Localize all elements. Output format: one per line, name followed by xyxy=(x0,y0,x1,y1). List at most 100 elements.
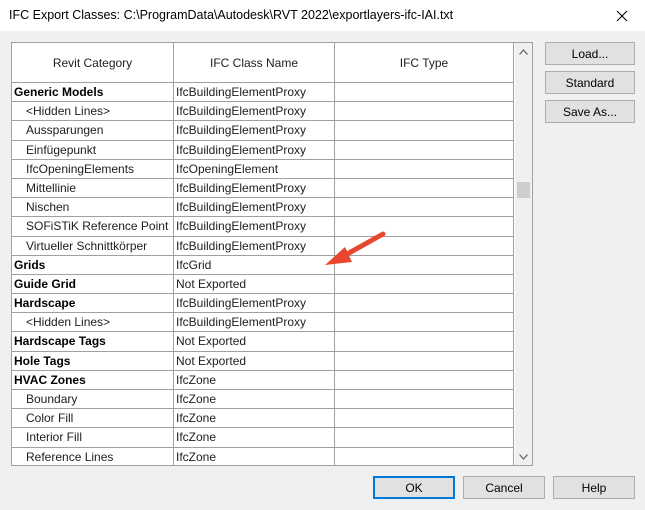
scroll-down-button[interactable] xyxy=(515,448,532,465)
ifc-class-cell[interactable]: IfcZone xyxy=(174,409,335,429)
close-button[interactable] xyxy=(599,0,645,31)
ifc-class-cell[interactable]: IfcBuildingElementProxy xyxy=(174,198,335,218)
ifc-class-cell[interactable]: IfcZone xyxy=(174,390,335,410)
ifc-class-cell[interactable]: IfcBuildingElementProxy xyxy=(174,178,335,199)
table-row[interactable]: IfcOpeningElements IfcOpeningElement xyxy=(12,159,514,179)
ifc-class-grid[interactable]: Revit Category IFC Class Name IFC Type G… xyxy=(11,42,533,466)
table-row[interactable]: Reference Lines IfcZone xyxy=(12,447,514,465)
category-cell[interactable]: Nischen xyxy=(12,198,174,218)
ifc-type-cell[interactable] xyxy=(335,159,514,179)
category-cell[interactable]: HVAC Zones xyxy=(12,370,174,390)
table-row[interactable]: <Hidden Lines> IfcBuildingElementProxy xyxy=(12,102,514,122)
ifc-type-cell[interactable] xyxy=(335,83,514,103)
category-cell[interactable]: Hardscape xyxy=(12,294,174,314)
ifc-type-cell[interactable] xyxy=(335,198,514,218)
category-cell[interactable]: Reference Lines xyxy=(12,447,174,465)
table-row[interactable]: SOFiSTiK Reference Point IfcBuildingEleme… xyxy=(12,217,514,237)
category-cell[interactable]: Boundary xyxy=(12,390,174,410)
ifc-type-cell[interactable] xyxy=(335,332,514,352)
ifc-class-cell[interactable]: IfcBuildingElementProxy xyxy=(174,217,335,237)
load-button[interactable]: Load... xyxy=(545,42,635,65)
ok-button[interactable]: OK xyxy=(373,476,455,499)
category-cell[interactable]: Interior Fill xyxy=(12,428,174,448)
category-cell[interactable]: Einfügepunkt xyxy=(12,140,174,160)
category-cell[interactable]: Color Fill xyxy=(12,409,174,429)
table-row[interactable]: Generic Models IfcBuildingElementProxy xyxy=(12,83,514,103)
ifc-type-cell[interactable] xyxy=(335,274,514,295)
ifc-type-cell[interactable] xyxy=(335,121,514,141)
ifc-class-cell[interactable]: IfcZone xyxy=(174,428,335,448)
ifc-class-cell[interactable]: IfcBuildingElementProxy xyxy=(174,294,335,314)
category-cell[interactable]: Virtueller Schnittkörper xyxy=(12,236,174,256)
header-revit-category[interactable]: Revit Category xyxy=(12,43,174,83)
grid-rows: Generic Models IfcBuildingElementProxy <Hi… xyxy=(12,83,514,465)
help-button[interactable]: Help xyxy=(553,476,635,499)
ifc-type-cell[interactable] xyxy=(335,409,514,429)
ifc-class-cell[interactable]: Not Exported xyxy=(174,274,335,295)
category-cell[interactable]: <Hidden Lines> xyxy=(12,313,174,333)
ifc-type-cell[interactable] xyxy=(335,447,514,465)
table-row[interactable]: <Hidden Lines> IfcBuildingElementProxy xyxy=(12,313,514,333)
chevron-up-icon xyxy=(519,48,528,55)
ifc-class-cell[interactable]: IfcZone xyxy=(174,370,335,390)
ifc-class-cell[interactable]: IfcBuildingElementProxy xyxy=(174,102,335,122)
header-ifc-class-name[interactable]: IFC Class Name xyxy=(174,43,335,83)
ifc-class-cell[interactable]: Not Exported xyxy=(174,332,335,352)
ifc-class-cell[interactable]: IfcGrid xyxy=(174,255,335,275)
table-row[interactable]: Interior Fill IfcZone xyxy=(12,428,514,448)
ifc-class-cell[interactable]: IfcOpeningElement xyxy=(174,159,335,179)
close-icon xyxy=(616,10,628,21)
table-row[interactable]: Einfügepunkt IfcBuildingElementProxy xyxy=(12,140,514,160)
category-cell[interactable]: Hardscape Tags xyxy=(12,332,174,352)
ifc-type-cell[interactable] xyxy=(335,217,514,237)
ifc-type-cell[interactable] xyxy=(335,351,514,371)
ifc-type-cell[interactable] xyxy=(335,313,514,333)
ifc-type-cell[interactable] xyxy=(335,236,514,256)
ifc-class-cell[interactable]: IfcBuildingElementProxy xyxy=(174,236,335,256)
vertical-scrollbar[interactable] xyxy=(515,43,532,465)
ifc-type-cell[interactable] xyxy=(335,390,514,410)
chevron-down-icon xyxy=(519,453,528,460)
table-row[interactable]: HVAC Zones IfcZone xyxy=(12,370,514,390)
category-cell[interactable]: IfcOpeningElements xyxy=(12,159,174,179)
ifc-class-cell[interactable]: IfcZone xyxy=(174,447,335,465)
table-row[interactable]: Hardscape IfcBuildingElementProxy xyxy=(12,294,514,314)
scrollbar-thumb[interactable] xyxy=(517,182,530,198)
category-cell[interactable]: SOFiSTiK Reference Point xyxy=(12,217,174,237)
category-cell[interactable]: Mittellinie xyxy=(12,178,174,199)
ifc-class-cell[interactable]: IfcBuildingElementProxy xyxy=(174,140,335,160)
ifc-type-cell[interactable] xyxy=(335,255,514,275)
scroll-up-button[interactable] xyxy=(515,43,532,60)
ifc-class-cell[interactable]: IfcBuildingElementProxy xyxy=(174,313,335,333)
category-cell[interactable]: Guide Grid xyxy=(12,274,174,295)
window-title: IFC Export Classes: C:\ProgramData\Autod… xyxy=(9,8,454,22)
save-as-button[interactable]: Save As... xyxy=(545,100,635,123)
ifc-type-cell[interactable] xyxy=(335,428,514,448)
standard-button[interactable]: Standard xyxy=(545,71,635,94)
category-cell[interactable]: Hole Tags xyxy=(12,351,174,371)
ifc-type-cell[interactable] xyxy=(335,178,514,199)
table-row[interactable]: Aussparungen IfcBuildingElementProxy xyxy=(12,121,514,141)
ifc-type-cell[interactable] xyxy=(335,102,514,122)
header-ifc-type[interactable]: IFC Type xyxy=(335,43,514,83)
category-cell[interactable]: <Hidden Lines> xyxy=(12,102,174,122)
table-row[interactable]: Boundary IfcZone xyxy=(12,390,514,410)
table-row[interactable]: Mittellinie IfcBuildingElementProxy xyxy=(12,178,514,199)
cancel-button[interactable]: Cancel xyxy=(463,476,545,499)
table-row[interactable]: Virtueller Schnittkörper IfcBuildingEleme… xyxy=(12,236,514,256)
table-row[interactable]: Guide Grid Not Exported xyxy=(12,274,514,295)
table-row[interactable]: Hardscape Tags Not Exported xyxy=(12,332,514,352)
ifc-type-cell[interactable] xyxy=(335,140,514,160)
table-row[interactable]: Nischen IfcBuildingElementProxy xyxy=(12,198,514,218)
category-cell[interactable]: Grids xyxy=(12,255,174,275)
category-cell[interactable]: Generic Models xyxy=(12,83,174,103)
ifc-type-cell[interactable] xyxy=(335,294,514,314)
category-cell[interactable]: Aussparungen xyxy=(12,121,174,141)
ifc-class-cell[interactable]: IfcBuildingElementProxy xyxy=(174,121,335,141)
table-row[interactable]: Hole Tags Not Exported xyxy=(12,351,514,371)
ifc-class-cell[interactable]: Not Exported xyxy=(174,351,335,371)
table-row[interactable]: Color Fill IfcZone xyxy=(12,409,514,429)
ifc-class-cell[interactable]: IfcBuildingElementProxy xyxy=(174,83,335,103)
ifc-type-cell[interactable] xyxy=(335,370,514,390)
table-row[interactable]: Grids IfcGrid xyxy=(12,255,514,275)
